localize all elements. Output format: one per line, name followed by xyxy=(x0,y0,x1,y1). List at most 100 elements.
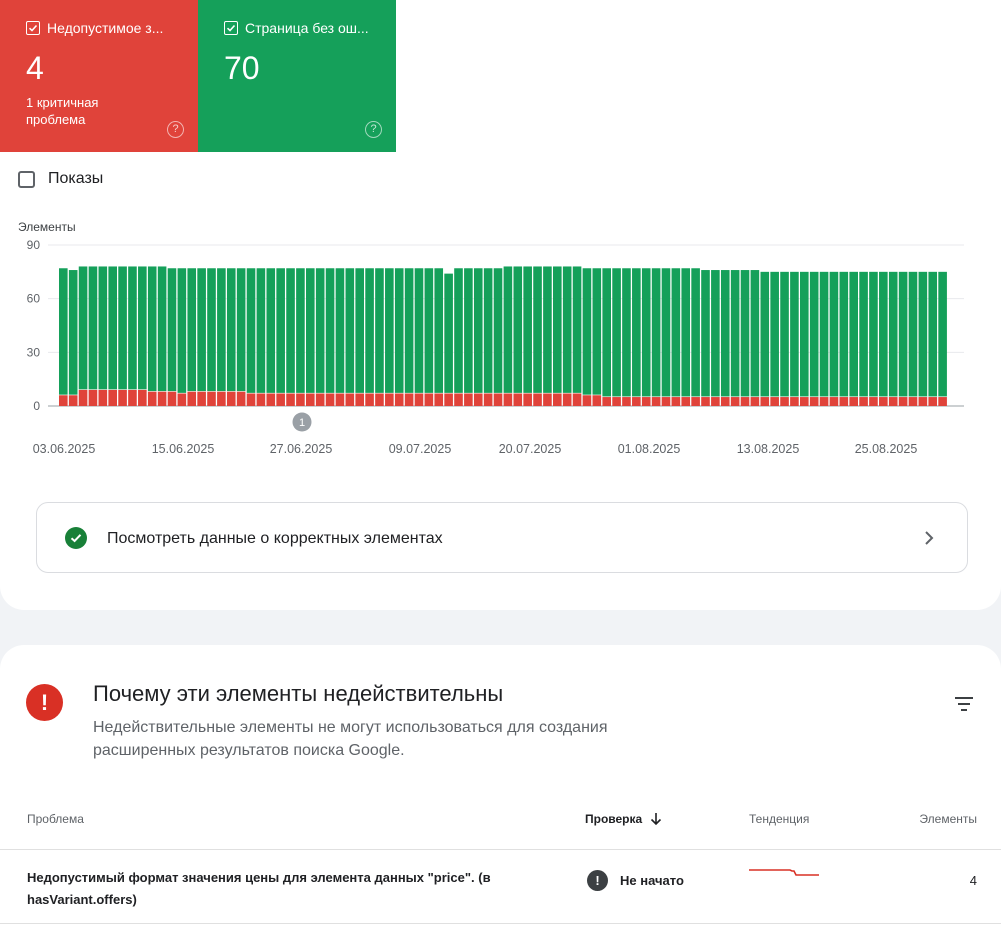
bar-invalid[interactable] xyxy=(819,397,829,406)
bar-invalid[interactable] xyxy=(414,393,424,406)
bar-valid[interactable] xyxy=(701,270,710,397)
bar-invalid[interactable] xyxy=(236,391,246,406)
bar-valid[interactable] xyxy=(315,268,325,393)
bar-invalid[interactable] xyxy=(730,397,740,406)
bar-invalid[interactable] xyxy=(78,389,88,406)
bar-valid[interactable] xyxy=(562,266,572,393)
bar-valid[interactable] xyxy=(760,271,770,397)
bar-valid[interactable] xyxy=(780,271,789,397)
bar-valid[interactable] xyxy=(839,271,849,397)
column-items[interactable]: Элементы xyxy=(919,812,977,826)
help-icon[interactable]: ? xyxy=(365,121,382,138)
impressions-checkbox[interactable] xyxy=(18,170,35,188)
bar-valid[interactable] xyxy=(641,268,651,397)
bar-invalid[interactable] xyxy=(651,397,661,406)
bar-invalid[interactable] xyxy=(306,393,315,406)
bar-valid[interactable] xyxy=(533,266,542,393)
bar-valid[interactable] xyxy=(276,268,285,393)
bar-valid[interactable] xyxy=(187,268,197,392)
bar-valid[interactable] xyxy=(681,268,691,397)
column-trend[interactable]: Тенденция xyxy=(749,812,809,826)
bar-valid[interactable] xyxy=(740,270,750,397)
bar-valid[interactable] xyxy=(543,266,552,393)
bar-invalid[interactable] xyxy=(375,393,384,406)
bar-invalid[interactable] xyxy=(562,393,572,406)
bar-valid[interactable] xyxy=(888,271,898,397)
bar-invalid[interactable] xyxy=(938,397,947,406)
bar-valid[interactable] xyxy=(256,268,266,393)
bar-invalid[interactable] xyxy=(711,397,720,406)
valid-items-tile[interactable]: Страница без ош... 70 ? xyxy=(198,0,396,152)
bar-invalid[interactable] xyxy=(157,391,167,406)
bar-valid[interactable] xyxy=(829,271,839,397)
bar-invalid[interactable] xyxy=(108,389,117,406)
bar-valid[interactable] xyxy=(730,270,740,397)
bar-invalid[interactable] xyxy=(217,391,226,406)
bar-invalid[interactable] xyxy=(533,393,542,406)
help-icon[interactable]: ? xyxy=(167,121,184,138)
bar-valid[interactable] xyxy=(651,268,661,397)
bar-valid[interactable] xyxy=(147,266,157,392)
bar-invalid[interactable] xyxy=(207,391,216,406)
bar-invalid[interactable] xyxy=(523,393,532,406)
bar-invalid[interactable] xyxy=(790,397,799,406)
bar-invalid[interactable] xyxy=(760,397,770,406)
bar-invalid[interactable] xyxy=(197,391,206,406)
bar-invalid[interactable] xyxy=(493,393,503,406)
bar-invalid[interactable] xyxy=(128,389,137,406)
bar-invalid[interactable] xyxy=(147,391,157,406)
bar-valid[interactable] xyxy=(879,271,888,397)
bar-valid[interactable] xyxy=(622,268,631,397)
bar-invalid[interactable] xyxy=(59,395,68,406)
bar-invalid[interactable] xyxy=(385,393,394,406)
bar-invalid[interactable] xyxy=(908,397,918,406)
bar-invalid[interactable] xyxy=(888,397,898,406)
bar-invalid[interactable] xyxy=(553,393,562,406)
bar-valid[interactable] xyxy=(720,270,730,397)
bar-valid[interactable] xyxy=(849,271,858,397)
checkbox-checked-icon[interactable] xyxy=(26,21,40,35)
bar-invalid[interactable] xyxy=(394,393,404,406)
bar-valid[interactable] xyxy=(236,268,246,392)
bar-valid[interactable] xyxy=(365,268,374,393)
bar-valid[interactable] xyxy=(355,268,364,393)
bar-valid[interactable] xyxy=(325,268,335,393)
impressions-toggle[interactable]: Показы xyxy=(18,170,103,188)
bar-valid[interactable] xyxy=(523,266,532,393)
bar-invalid[interactable] xyxy=(325,393,335,406)
bar-valid[interactable] xyxy=(553,266,562,393)
bar-valid[interactable] xyxy=(800,271,809,397)
bar-invalid[interactable] xyxy=(681,397,691,406)
bar-valid[interactable] xyxy=(98,266,108,390)
bar-invalid[interactable] xyxy=(543,393,552,406)
bar-invalid[interactable] xyxy=(355,393,364,406)
checkbox-checked-icon[interactable] xyxy=(224,21,238,35)
bar-valid[interactable] xyxy=(394,268,404,393)
bar-valid[interactable] xyxy=(167,268,177,392)
bar-valid[interactable] xyxy=(385,268,394,393)
bar-valid[interactable] xyxy=(582,268,592,395)
bar-invalid[interactable] xyxy=(849,397,858,406)
bar-invalid[interactable] xyxy=(691,397,700,406)
bar-valid[interactable] xyxy=(108,266,117,390)
bar-invalid[interactable] xyxy=(177,393,187,406)
bar-valid[interactable] xyxy=(612,268,621,397)
bar-valid[interactable] xyxy=(246,268,256,393)
bar-valid[interactable] xyxy=(345,268,355,393)
bar-invalid[interactable] xyxy=(592,395,602,406)
bar-invalid[interactable] xyxy=(256,393,266,406)
bar-valid[interactable] xyxy=(424,268,434,393)
bar-invalid[interactable] xyxy=(434,393,444,406)
bar-valid[interactable] xyxy=(226,268,236,392)
bar-valid[interactable] xyxy=(513,266,523,393)
bar-valid[interactable] xyxy=(78,266,88,390)
bar-invalid[interactable] xyxy=(780,397,789,406)
bar-invalid[interactable] xyxy=(424,393,434,406)
bar-valid[interactable] xyxy=(286,268,295,393)
bar-valid[interactable] xyxy=(68,270,78,395)
bar-valid[interactable] xyxy=(592,268,602,395)
bar-valid[interactable] xyxy=(908,271,918,397)
bar-invalid[interactable] xyxy=(513,393,523,406)
bar-invalid[interactable] xyxy=(918,397,928,406)
bar-invalid[interactable] xyxy=(602,397,611,406)
